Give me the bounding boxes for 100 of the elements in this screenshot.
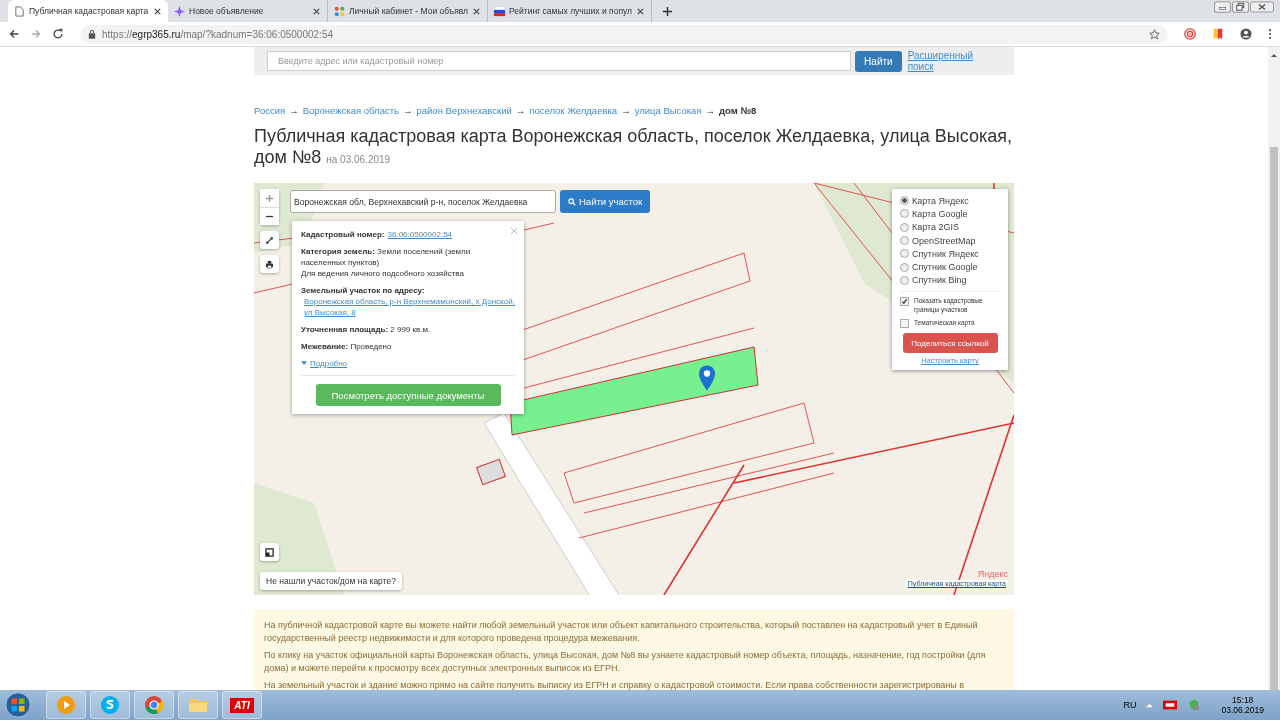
radio-button[interactable]	[900, 222, 909, 232]
forward-icon[interactable]	[30, 28, 42, 40]
radio-button[interactable]	[900, 275, 909, 285]
field-link[interactable]: Воронежская область, р-н Верхнемамонский, х Донской, ул Высокая, 8	[304, 296, 515, 318]
field-label: Кадастровый номер:	[301, 230, 385, 239]
close-icon[interactable]	[472, 6, 482, 16]
check-icon	[901, 298, 908, 306]
browser-tab[interactable]: Личный кабинет - Мои объявл	[328, 0, 489, 22]
breadcrumb-item[interactable]: улица Высокая	[634, 105, 702, 116]
browser-tab[interactable]: Новое объявление	[168, 0, 328, 22]
close-icon[interactable]	[312, 6, 321, 16]
radio-button[interactable]	[900, 209, 909, 219]
media-player-icon	[56, 695, 76, 715]
breadcrumb-separator: →	[621, 105, 631, 116]
breadcrumb-item[interactable]: поселок Желдаевка	[529, 105, 618, 116]
address-search-field[interactable]: Введите адрес или кадастровый номер	[267, 51, 852, 71]
browser-tab[interactable]: Рейтинг самых лучших и попул	[488, 0, 653, 22]
scroll-up-icon[interactable]	[1271, 53, 1277, 58]
radio-button[interactable]	[900, 249, 909, 259]
layer-label[interactable]: Спутник Google	[912, 262, 978, 273]
close-icon[interactable]	[153, 6, 162, 16]
minimize-icon[interactable]	[1214, 1, 1231, 13]
plus-icon	[265, 193, 274, 203]
bookmark-flag-icon[interactable]	[1212, 28, 1224, 40]
field-link[interactable]: 36:06:0500002:54	[387, 229, 453, 240]
s-logo-icon	[100, 695, 120, 715]
browser-icon	[144, 695, 164, 715]
layer-label[interactable]: OpenStreetMap	[912, 235, 976, 246]
dots-icon	[334, 5, 345, 17]
target-icon[interactable]	[1184, 28, 1196, 40]
zoom-in-button[interactable]	[260, 189, 279, 207]
breadcrumb-separator: →	[403, 105, 413, 116]
breadcrumb-separator: →	[515, 105, 526, 116]
search-button[interactable]: Найти	[855, 50, 902, 72]
layer-label[interactable]: Карта 2GIS	[912, 222, 960, 233]
restore-icon[interactable]	[1232, 1, 1249, 13]
field-text: Межевание: Проведено	[301, 341, 393, 352]
menu-icon[interactable]	[1268, 28, 1272, 40]
radio-button[interactable]	[900, 196, 909, 206]
url-field[interactable]: https://egrp365.ru/map/?kadnum=36:06:0500002:54	[80, 24, 1168, 44]
info-paragraph: На публичной кадастровой карте вы можете найти любой земельный участок или объект капитального строительства, который поставлен на кадастровый учет в Единый государственный реестр недвижимости и для которого проведена процедура межевания.	[264, 619, 979, 645]
page-title: Публичная кадастровая карта Воронежская область, поселок Желдаевка, улица Высокая, дом №8 на 03.06.2019	[254, 126, 1014, 169]
field-label: Земельный участок по адресу:	[301, 286, 425, 295]
breadcrumb-item[interactable]: Россия	[254, 105, 286, 116]
scrollbar-thumb[interactable]	[1270, 147, 1278, 690]
profile-icon[interactable]	[1240, 28, 1252, 40]
ati-logo: ATI	[230, 697, 254, 713]
radio-button[interactable]	[900, 236, 909, 246]
graphics-tray-icon[interactable]	[1163, 699, 1178, 711]
clock-date[interactable]: 03.06.2019	[1221, 705, 1264, 715]
lock-icon	[88, 29, 96, 39]
field-text: Категория земель: Земли поселений (земли населенных пунктов)	[301, 246, 472, 268]
field-note: Для ведения личного подсобного хозяйства	[301, 268, 465, 279]
reload-icon[interactable]	[52, 28, 64, 40]
details-link[interactable]: Подробно	[301, 358, 348, 369]
back-icon[interactable]	[8, 28, 20, 40]
square-icon	[265, 547, 274, 557]
breadcrumb-separator: →	[705, 105, 715, 116]
document-icon	[14, 5, 25, 17]
layer-label[interactable]: Карта Яндекс	[912, 195, 969, 206]
start-orb-icon[interactable]	[4, 691, 32, 719]
search-icon	[568, 197, 576, 206]
location-pin-icon	[698, 365, 716, 391]
breadcrumb-item[interactable]: Воронежская область	[302, 105, 399, 116]
map-search-field[interactable]: Воронежская обл, Верхнехавский р-н, поселок Желдаевка	[290, 190, 556, 213]
layer-label[interactable]: Спутник Яндекс	[912, 248, 979, 259]
language-indicator[interactable]: RU	[1123, 700, 1137, 710]
close-icon[interactable]	[636, 6, 646, 16]
not-found-button[interactable]: Не нашли участок/дом на карте?	[260, 572, 402, 590]
printer-icon	[265, 259, 274, 269]
layer-label[interactable]: Спутник Bing	[912, 275, 967, 286]
scrollbar[interactable]	[1268, 47, 1280, 690]
print-button[interactable]	[260, 255, 279, 273]
map-provider-logo: Яндекс	[977, 569, 1008, 579]
clock-time[interactable]: 15:18	[1232, 695, 1254, 705]
close-window-icon[interactable]	[1250, 1, 1274, 13]
field-text: Уточненная площадь: 2 999 кв.м.	[301, 324, 432, 335]
taskbar-app[interactable]	[134, 691, 174, 719]
expand-icon	[265, 235, 274, 245]
fullscreen-button[interactable]	[260, 231, 279, 249]
browser-tab[interactable]: Публичная кадастровая карта	[8, 0, 168, 22]
bookmark-star-icon[interactable]	[1149, 28, 1160, 40]
info-paragraph: По клику на участок официальной карты Воронежская область, улица Высокая, дом №8 вы узнаете кадастровый номер объекта, площадь, назначение, год постройки (для дома) и можете перейти к просмотру всех доступных электронных выписок из ЕГРН.	[264, 649, 987, 675]
info-paragraph: На земельный участок и здание можно прямо на сайте получить выписку из ЕГРН и справку о кадастровой стоимости. Если права собственности зарегистрированы в	[264, 679, 966, 690]
radio-button[interactable]	[900, 262, 909, 272]
sparkle-icon	[174, 5, 185, 17]
share-link-button[interactable]: Поделиться ссылкой	[902, 333, 998, 354]
find-plot-button[interactable]: Найти участок	[560, 190, 651, 213]
layers-button[interactable]	[260, 543, 279, 561]
new-tab-icon[interactable]	[662, 6, 674, 17]
checkbox[interactable]	[900, 297, 909, 307]
caret-icon	[301, 361, 307, 366]
layer-label[interactable]: Карта Google	[912, 208, 968, 219]
breadcrumb-separator: →	[289, 105, 299, 116]
breadcrumb-item: дом №8	[719, 105, 757, 116]
taskbar-app[interactable]: ATI	[222, 691, 262, 719]
taskbar-app[interactable]	[90, 691, 130, 719]
checkbox[interactable]	[900, 319, 909, 329]
show-hidden-icon[interactable]	[1146, 702, 1154, 708]
breadcrumb-item[interactable]: район Верхнехавский	[416, 105, 512, 116]
